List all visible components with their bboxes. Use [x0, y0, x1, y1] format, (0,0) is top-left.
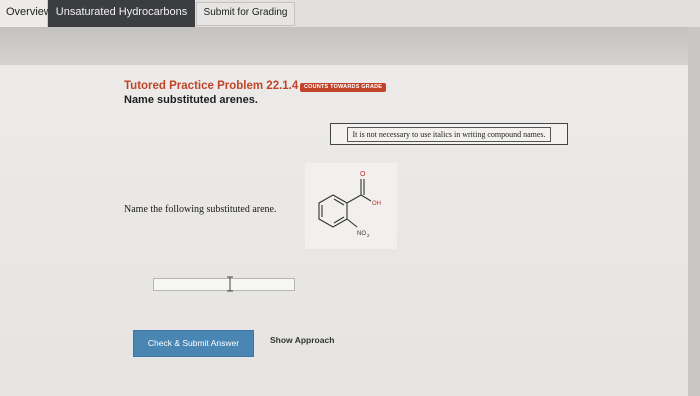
problem-subtitle: Name substituted arenes. [124, 94, 258, 106]
oxygen-label: O [360, 171, 366, 178]
hydroxyl-label: OH [372, 201, 381, 207]
nitro-subscript: 2 [367, 233, 370, 238]
problem-title: Tutored Practice Problem 22.1.4 [124, 80, 299, 92]
tab-overview[interactable]: Overview [0, 0, 52, 27]
header-band [0, 27, 700, 65]
tab-bar: Overview Unsaturated Hydrocarbons Submit… [0, 0, 700, 34]
tab-label: Unsaturated Hydrocarbons [55, 6, 188, 18]
molecule-drawing: O OH NO 2 [318, 171, 381, 238]
italics-note-text: It is not necessary to use italics in wr… [347, 126, 551, 142]
counts-towards-grade-badge: COUNTS TOWARDS GRADE [300, 83, 387, 92]
check-submit-answer-button[interactable]: Check & Submit Answer [133, 330, 254, 357]
right-edge [688, 27, 700, 396]
show-approach-button[interactable]: Show Approach [270, 335, 334, 345]
benzene-ring [318, 194, 348, 228]
answer-input[interactable] [153, 278, 295, 291]
text-cursor-icon [227, 276, 233, 292]
nitro-label: NO [357, 231, 366, 237]
submit-for-grading-button[interactable]: Submit for Grading [196, 2, 295, 26]
question-text: Name the following substituted arene. [124, 204, 277, 215]
tab-unsaturated-hydrocarbons[interactable]: Unsaturated Hydrocarbons [48, 0, 195, 34]
molecule-structure: O OH NO 2 [305, 163, 397, 249]
italics-note: It is not necessary to use italics in wr… [330, 123, 568, 145]
